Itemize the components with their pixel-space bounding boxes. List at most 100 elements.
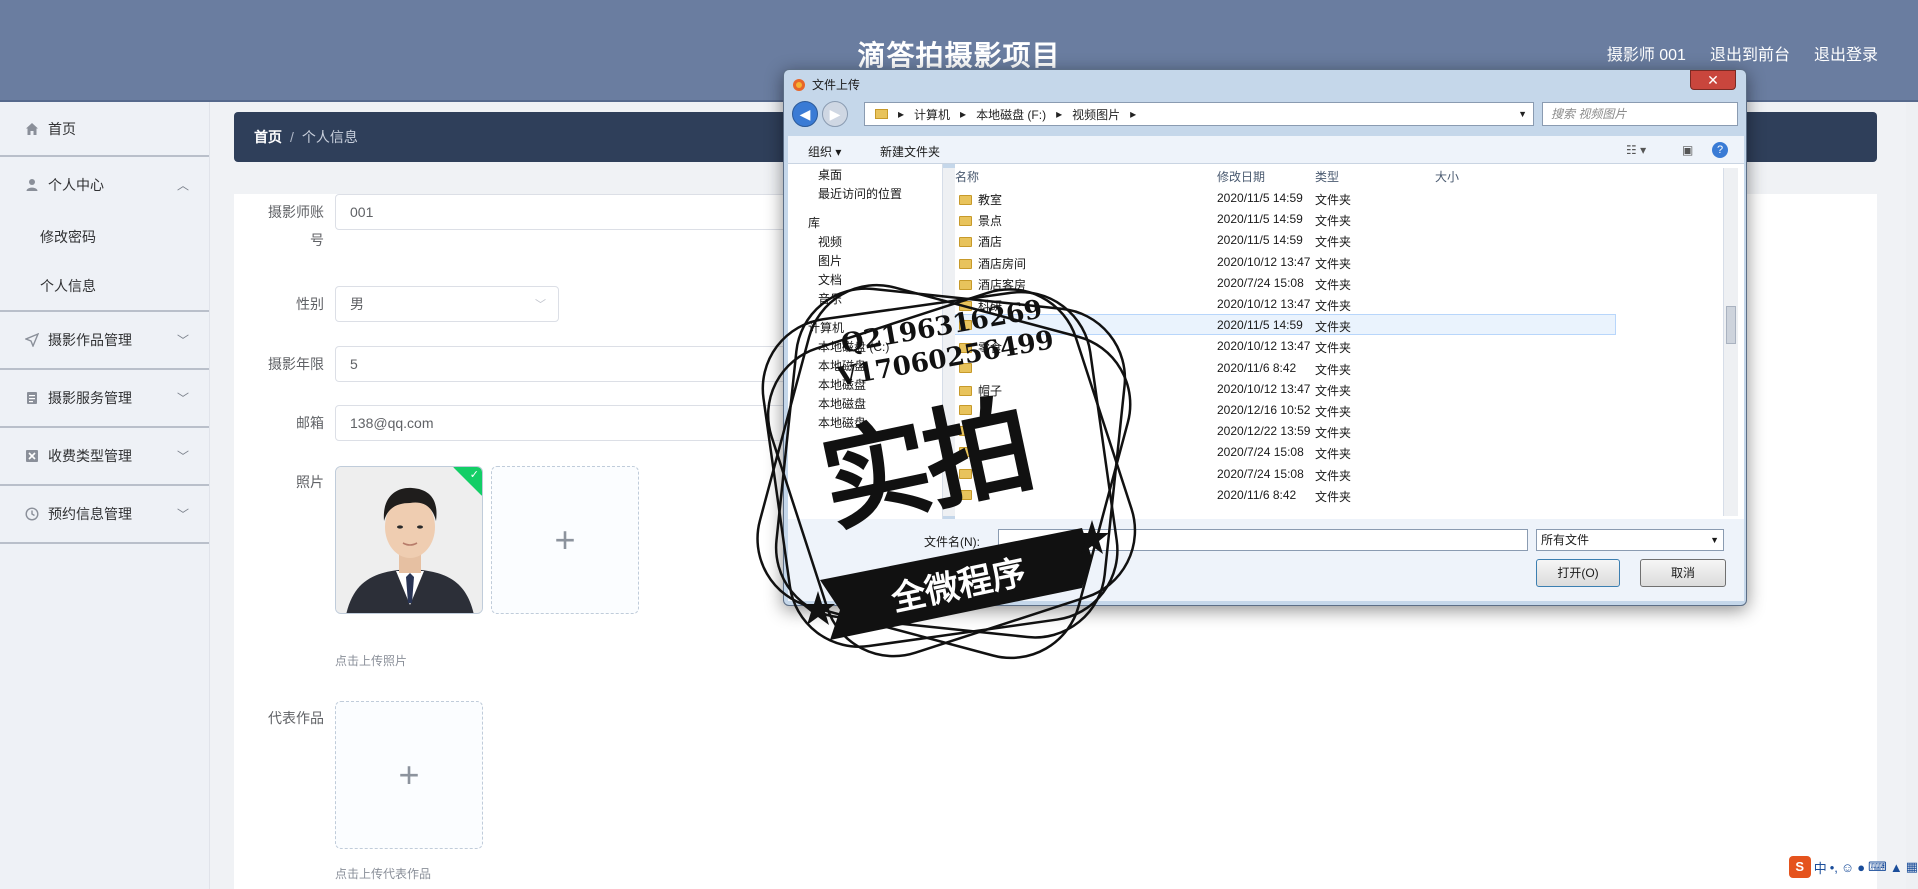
- file-row[interactable]: 帽子 2020/10/12 13:47 文件夹: [955, 379, 1615, 398]
- file-name: 酒店房间: [959, 255, 1026, 272]
- dialog-toolbar: 组织 ▾ 新建文件夹 ☷ ▾ ▣ ?: [788, 136, 1744, 164]
- tree-item-documents[interactable]: 文档: [788, 271, 942, 290]
- toolbox-icon[interactable]: ▦: [1906, 859, 1918, 875]
- tree-item-libraries[interactable]: 库: [788, 214, 942, 233]
- filename-input[interactable]: [998, 529, 1528, 551]
- column-date[interactable]: 修改日期: [1217, 168, 1265, 185]
- new-folder-button[interactable]: 新建文件夹: [880, 143, 940, 160]
- skin-icon[interactable]: ▲: [1890, 860, 1903, 875]
- tree-item-music[interactable]: 音乐: [788, 290, 942, 309]
- photographer-account-link[interactable]: 摄影师 001: [1607, 41, 1686, 65]
- chevron-down-icon: ﹀: [176, 507, 189, 522]
- chevron-down-icon: ﹀: [176, 333, 189, 348]
- sidebar-item-fee-types[interactable]: 收费类型管理 ﹀: [0, 428, 209, 486]
- dialog-close-button[interactable]: ✕: [1690, 70, 1736, 90]
- sidebar-item-bookings[interactable]: 预约信息管理 ﹀: [0, 486, 209, 544]
- file-date: 2020/11/5 14:59: [1217, 191, 1303, 205]
- sidebar-subitem-change-password[interactable]: 修改密码: [0, 212, 209, 262]
- path-segment[interactable]: 计算机: [914, 106, 950, 123]
- file-name-text: 景点: [978, 214, 1003, 229]
- folder-icon: [959, 447, 972, 458]
- back-to-frontend-link[interactable]: 退出到前台: [1710, 41, 1790, 65]
- file-row[interactable]: 2020/11/6 8:42 文件夹: [955, 358, 1615, 377]
- sidebar-item-home[interactable]: 首页: [0, 102, 209, 157]
- file-type-select[interactable]: 所有文件 ▼: [1536, 529, 1724, 551]
- tree-item-recent[interactable]: 最近访问的位置: [788, 185, 942, 204]
- works-upload-button[interactable]: +: [335, 701, 483, 849]
- file-row[interactable]: 酒店客房 2020/7/24 15:08 文件夹: [955, 273, 1615, 292]
- sidebar-item-personal-center[interactable]: 个人中心 ︿: [0, 157, 209, 212]
- path-sep-icon: ▸: [1056, 107, 1063, 121]
- tree-item-videos[interactable]: 视频: [788, 233, 942, 252]
- tree-item-drive[interactable]: 本地磁盘: [788, 395, 942, 414]
- tree-item-computer[interactable]: 计算机: [788, 319, 942, 338]
- uploaded-photo[interactable]: ✓: [335, 466, 483, 614]
- dialog-search-input[interactable]: 搜索 视频图片: [1542, 102, 1738, 126]
- file-row[interactable]: 2020/7/24 15:08 文件夹: [955, 464, 1615, 483]
- open-button[interactable]: 打开(O): [1536, 559, 1620, 587]
- account-label-line2: 号: [310, 232, 324, 248]
- view-options-icon[interactable]: ☷ ▾: [1626, 143, 1646, 157]
- cancel-button[interactable]: 取消: [1640, 559, 1726, 587]
- file-row[interactable]: 零食 2020/10/12 13:47 文件夹: [955, 336, 1615, 355]
- column-type[interactable]: 类型: [1315, 168, 1339, 185]
- gender-select[interactable]: 男 ﹀: [335, 286, 559, 322]
- ime-mode-label[interactable]: 中: [1814, 858, 1827, 877]
- file-row[interactable]: 2020/11/5 14:59 文件夹: [955, 314, 1616, 336]
- file-row[interactable]: 2020/12/22 13:59 文件夹: [955, 421, 1615, 440]
- file-row[interactable]: 景点 2020/11/5 14:59 文件夹: [955, 209, 1615, 228]
- file-type: 文件夹: [1315, 447, 1352, 462]
- breadcrumb-home[interactable]: 首页: [254, 127, 282, 147]
- file-name: [959, 424, 978, 438]
- tree-item-drive[interactable]: 本地磁盘: [788, 357, 942, 376]
- tree-item-drive[interactable]: 本地磁盘: [788, 376, 942, 395]
- sidebar-item-services[interactable]: 摄影服务管理 ﹀: [0, 370, 209, 428]
- email-input[interactable]: 138@qq.com: [335, 405, 855, 441]
- list-icon: [24, 390, 40, 406]
- page-scrollbar[interactable]: [1906, 102, 1918, 889]
- photo-upload-button[interactable]: +: [491, 466, 639, 614]
- account-input[interactable]: 001: [335, 194, 855, 230]
- tree-item-desktop[interactable]: 桌面: [788, 166, 942, 185]
- organize-button[interactable]: 组织 ▾: [808, 143, 841, 160]
- path-segment[interactable]: 视频图片: [1072, 106, 1120, 123]
- keyboard-icon[interactable]: ⌨: [1868, 859, 1887, 875]
- file-list-scrollbar[interactable]: [1723, 168, 1738, 516]
- sidebar-item-works[interactable]: 摄影作品管理 ﹀: [0, 312, 209, 370]
- file-type: 文件夹: [1315, 277, 1352, 292]
- address-bar[interactable]: ▸ 计算机 ▸ 本地磁盘 (F:) ▸ 视频图片 ▸ ▼: [864, 102, 1534, 126]
- dialog-title-bar: 文件上传: [792, 76, 860, 93]
- help-icon[interactable]: ?: [1712, 142, 1728, 158]
- tree-item-drive[interactable]: 本地磁盘: [788, 414, 942, 433]
- file-row[interactable]: 科研 2020/10/12 13:47 文件夹: [955, 294, 1615, 313]
- logout-link[interactable]: 退出登录: [1814, 41, 1878, 65]
- emoji-icon[interactable]: ☺: [1841, 860, 1854, 875]
- preview-pane-icon[interactable]: ▣: [1682, 143, 1693, 157]
- column-size[interactable]: 大小: [1435, 168, 1459, 185]
- folder-icon: [959, 301, 972, 311]
- file-row[interactable]: 2020/11/6 8:42 文件夹: [955, 485, 1615, 504]
- send-icon: [24, 332, 40, 348]
- folder-icon: [959, 237, 972, 248]
- folder-icon: [959, 258, 972, 269]
- sidebar-subitem-personal-info[interactable]: 个人信息: [0, 262, 209, 312]
- back-arrow-icon[interactable]: ◀: [792, 101, 818, 127]
- scrollbar-thumb[interactable]: [1726, 306, 1736, 344]
- tree-item-drive-c[interactable]: 本地磁盘 (C:): [788, 338, 942, 357]
- dropdown-icon[interactable]: ▼: [1518, 109, 1527, 119]
- sogou-ime-icon[interactable]: S: [1788, 856, 1811, 878]
- file-row[interactable]: 酒店房间 2020/10/12 13:47 文件夹: [955, 252, 1615, 271]
- path-segment[interactable]: 本地磁盘 (F:): [976, 106, 1046, 123]
- forward-arrow-icon[interactable]: ▶: [822, 101, 848, 127]
- tree-item-pictures[interactable]: 图片: [788, 252, 942, 271]
- punctuation-icon[interactable]: •,: [1830, 860, 1838, 875]
- file-type-value: 所有文件: [1541, 533, 1590, 547]
- file-row[interactable]: 2020/12/16 10:52 文件夹: [955, 400, 1615, 419]
- microphone-icon[interactable]: ●: [1857, 860, 1865, 875]
- file-row[interactable]: 2020/7/24 15:08 文件夹: [955, 442, 1615, 461]
- years-input[interactable]: 5: [335, 346, 855, 382]
- tree-scrollbar[interactable]: [943, 168, 955, 516]
- file-row[interactable]: 酒店 2020/11/5 14:59 文件夹: [955, 230, 1615, 249]
- file-row[interactable]: 教室 2020/11/5 14:59 文件夹: [955, 188, 1615, 207]
- column-name[interactable]: 名称: [955, 168, 979, 185]
